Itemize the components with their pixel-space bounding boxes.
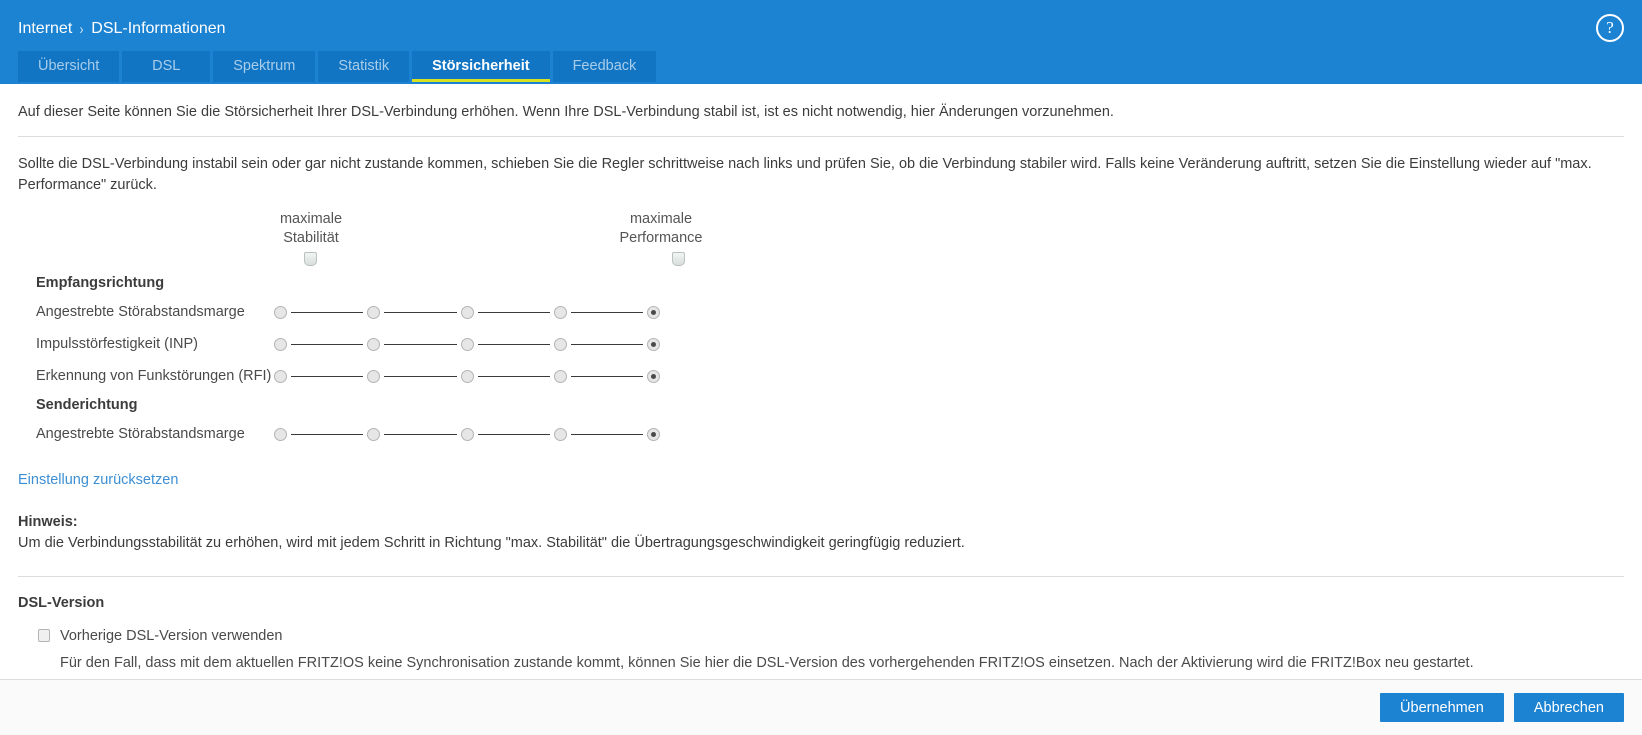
- radio-step-5[interactable]: [647, 305, 660, 319]
- tab-stoersicherheit[interactable]: Störsicherheit: [412, 51, 550, 82]
- section-divider: [18, 576, 1624, 577]
- tab-statistik[interactable]: Statistik: [318, 51, 410, 82]
- dsl-version-title: DSL-Version: [18, 595, 105, 611]
- radio-step-2[interactable]: [367, 337, 381, 351]
- slider-row-empfang-inp: Impulsstörfestigkeit (INP): [18, 328, 1624, 360]
- slider-area: maximale Stabilität maximale Performance…: [18, 210, 1624, 450]
- slider-handle-performance[interactable]: [672, 252, 685, 266]
- radio-step-4[interactable]: [553, 305, 567, 319]
- radio-step-5[interactable]: [647, 337, 660, 351]
- radio-track: [274, 427, 660, 441]
- radio-step-4[interactable]: [553, 427, 567, 441]
- scale-label-performance-line1: maximale: [629, 211, 693, 227]
- track-segment: [384, 433, 457, 435]
- breadcrumb-current: DSL-Informationen: [91, 20, 226, 37]
- group-title-empfangsrichtung: Empfangsrichtung: [36, 275, 165, 291]
- slider-handle-stability[interactable]: [304, 252, 317, 266]
- radio-track: [274, 305, 660, 319]
- tab-dsl[interactable]: DSL: [122, 51, 211, 82]
- track-segment: [570, 433, 643, 435]
- radio-step-3[interactable]: [460, 337, 474, 351]
- scale-labels: maximale Stabilität maximale Performance: [18, 210, 1624, 266]
- radio-step-5[interactable]: [647, 369, 660, 383]
- radio-step-3[interactable]: [460, 427, 474, 441]
- track-segment: [384, 343, 457, 345]
- dsl-version-description: Für den Fall, dass mit dem aktuellen FRI…: [60, 655, 1474, 671]
- track-segment: [291, 433, 364, 435]
- tab-bar: Übersicht DSL Spektrum Statistik Störsic…: [0, 42, 1642, 82]
- track-segment: [291, 343, 364, 345]
- scale-label-stability: maximale Stabilität: [246, 210, 376, 248]
- note-title: Hinweis:: [18, 514, 78, 530]
- main-content: Auf dieser Seite können Sie die Störsich…: [0, 84, 1642, 688]
- reset-settings-link[interactable]: Einstellung zurücksetzen: [18, 472, 178, 488]
- cancel-button[interactable]: Abbrechen: [1513, 693, 1624, 722]
- note-block: Hinweis: Um die Verbindungsstabilität zu…: [18, 512, 1624, 554]
- radio-step-4[interactable]: [553, 369, 567, 383]
- radio-step-1[interactable]: [274, 305, 287, 319]
- scale-label-stability-line2: Stabilität: [283, 230, 339, 246]
- breadcrumb: Internet › DSL-Informationen: [0, 0, 1642, 42]
- dsl-version-checkbox-row[interactable]: Vorherige DSL-Version verwenden: [18, 627, 1624, 646]
- track-segment: [384, 311, 457, 313]
- breadcrumb-root[interactable]: Internet: [18, 20, 72, 38]
- apply-button[interactable]: Übernehmen: [1380, 693, 1504, 722]
- track-segment: [477, 311, 550, 313]
- instruction-text: Sollte die DSL-Verbindung instabil sein …: [18, 156, 1592, 193]
- footer-bar: Übernehmen Abbrechen: [0, 679, 1642, 735]
- track-segment: [291, 375, 364, 377]
- track-segment: [477, 375, 550, 377]
- radio-step-2[interactable]: [367, 305, 381, 319]
- slider-row-label: Angestrebte Störabstandsmarge: [36, 304, 245, 320]
- radio-step-1[interactable]: [274, 369, 287, 383]
- radio-track: [274, 337, 660, 351]
- track-segment: [570, 343, 643, 345]
- tab-spektrum[interactable]: Spektrum: [213, 51, 316, 82]
- track-segment: [570, 311, 643, 313]
- track-segment: [477, 343, 550, 345]
- radio-step-4[interactable]: [553, 337, 567, 351]
- slider-row-label: Angestrebte Störabstandsmarge: [36, 426, 245, 442]
- chevron-right-icon: ›: [79, 20, 84, 38]
- slider-row-empfang-rfi: Erkennung von Funkstörungen (RFI): [18, 360, 1624, 392]
- slider-row-label: Erkennung von Funkstörungen (RFI): [36, 368, 272, 384]
- radio-step-5[interactable]: [647, 427, 660, 441]
- page-header: Internet › DSL-Informationen ? Übersicht…: [0, 0, 1642, 84]
- track-segment: [570, 375, 643, 377]
- scale-label-stability-line1: maximale: [279, 211, 343, 227]
- track-segment: [291, 311, 364, 313]
- radio-step-1[interactable]: [274, 337, 287, 351]
- radio-step-3[interactable]: [460, 305, 474, 319]
- radio-track: [274, 369, 660, 383]
- tab-feedback[interactable]: Feedback: [552, 51, 657, 82]
- scale-label-performance: maximale Performance: [596, 210, 726, 248]
- radio-step-3[interactable]: [460, 369, 474, 383]
- previous-dsl-version-label: Vorherige DSL-Version verwenden: [60, 628, 283, 644]
- intro-text: Auf dieser Seite können Sie die Störsich…: [18, 84, 1624, 137]
- slider-row-empfang-marge: Angestrebte Störabstandsmarge: [18, 296, 1624, 328]
- radio-step-1[interactable]: [274, 427, 287, 441]
- track-segment: [384, 375, 457, 377]
- slider-row-label: Impulsstörfestigkeit (INP): [36, 336, 198, 352]
- radio-step-2[interactable]: [367, 427, 381, 441]
- slider-rows: Empfangsrichtung Angestrebte Störabstand…: [18, 270, 1624, 450]
- scale-label-performance-line2: Performance: [619, 230, 703, 246]
- radio-step-2[interactable]: [367, 369, 381, 383]
- tab-uebersicht[interactable]: Übersicht: [18, 51, 120, 82]
- slider-row-sende-marge: Angestrebte Störabstandsmarge: [18, 418, 1624, 450]
- track-segment: [477, 433, 550, 435]
- previous-dsl-version-checkbox[interactable]: [38, 629, 50, 642]
- group-title-senderichtung: Senderichtung: [36, 397, 138, 413]
- help-icon[interactable]: ?: [1596, 14, 1624, 42]
- note-body: Um die Verbindungsstabilität zu erhöhen,…: [18, 535, 965, 551]
